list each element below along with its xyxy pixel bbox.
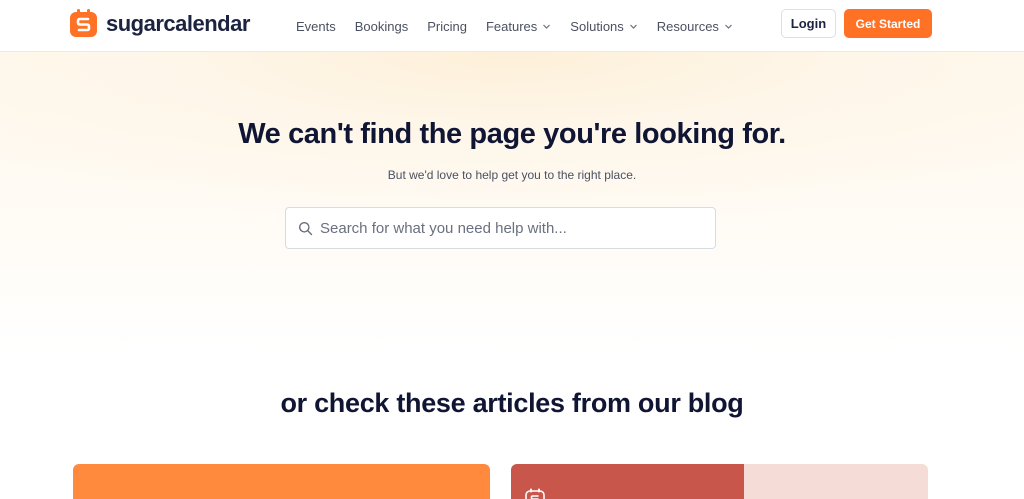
search-icon bbox=[299, 222, 313, 236]
site-header: sugarcalendar Events Bookings Pricing Fe… bbox=[0, 0, 1024, 52]
nav-item-bookings[interactable]: Bookings bbox=[355, 19, 408, 34]
blog-heading: or check these articles from our blog bbox=[280, 388, 744, 418]
nav-item-events[interactable]: Events bbox=[296, 19, 336, 34]
nav-item-label: Events bbox=[296, 18, 336, 34]
page-title: We can't find the page you're looking fo… bbox=[238, 118, 786, 150]
nav-item-features[interactable]: Features bbox=[486, 19, 551, 34]
search-box[interactable] bbox=[285, 207, 716, 249]
main-nav: Events Bookings Pricing Features Solutio… bbox=[296, 0, 733, 52]
nav-item-solutions[interactable]: Solutions bbox=[570, 19, 637, 34]
nav-item-label: Pricing bbox=[427, 18, 467, 34]
nav-item-label: Bookings bbox=[354, 18, 409, 34]
page-subtitle: But we'd love to help get you to the rig… bbox=[387, 168, 637, 182]
chevron-down-icon bbox=[629, 24, 637, 29]
get-started-button[interactable]: Get Started bbox=[844, 9, 932, 38]
blog-card[interactable] bbox=[73, 464, 490, 499]
nav-item-pricing[interactable]: Pricing bbox=[427, 19, 467, 34]
nav-item-resources[interactable]: Resources bbox=[657, 19, 733, 34]
nav-item-label: Solutions bbox=[570, 18, 624, 34]
hero-section bbox=[0, 52, 1024, 352]
search-input[interactable] bbox=[320, 208, 710, 248]
chevron-down-icon bbox=[543, 24, 551, 29]
sugarcalendar-logo-icon bbox=[70, 9, 97, 37]
logo-text: sugarcalendar bbox=[106, 10, 250, 36]
blog-card[interactable] bbox=[511, 464, 928, 499]
login-button[interactable]: Login bbox=[781, 9, 836, 38]
chevron-down-icon bbox=[724, 24, 732, 29]
sugarcalendar-logo-icon bbox=[525, 488, 545, 499]
nav-item-label: Features bbox=[485, 18, 538, 34]
logo-link[interactable]: sugarcalendar bbox=[69, 9, 250, 38]
card-image bbox=[511, 464, 744, 499]
nav-item-label: Resources bbox=[656, 18, 719, 34]
